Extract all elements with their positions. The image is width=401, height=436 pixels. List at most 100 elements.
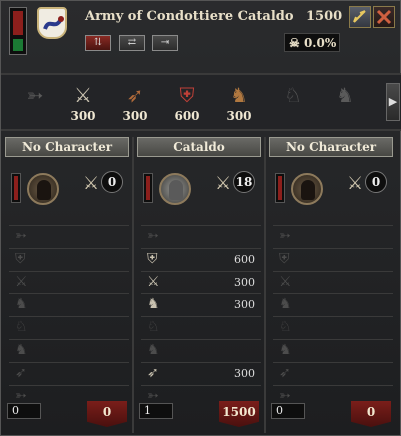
army-header: Army of Condottiere Cataldo 1500 ⇅ ⇄ ⇥ ☠… [5,3,398,61]
commander-name-button[interactable]: No Character [5,137,129,157]
scroll-right-button[interactable]: ▶ [386,83,400,121]
flank-footer: 00 [269,399,395,427]
right-flank-column: No Character ⚔ 0 ➳ ⛨ ⚔ ♞ ♘ ♞ ➶ ➳ 0 0 [269,137,397,433]
attrition-display: ☠ 0.0% [284,33,340,52]
detach-button[interactable]: ⇥ [152,35,178,51]
heavy-infantry-icon: ⚔ [147,273,160,290]
flank-regiment-count: 0 [7,403,41,419]
center-flank-column: Cataldo ⚔ 18 ➳ ⛨ 600 ⚔ 300 ♞ 300 ♘ ♞ ➶ 300 ➳ 1 1500 [137,137,265,433]
flank-regiment-count: 1 [139,403,173,419]
flank-unit-row[interactable]: ⚔ 300 [141,270,261,294]
army-window: Army of Condottiere Cataldo 1500 ⇅ ⇄ ⇥ ☠… [0,0,401,436]
knights-icon: ♘ [15,319,28,336]
flank-unit-row[interactable]: ♘ [141,316,261,339]
pikemen-icon: ⛨ [15,250,26,267]
coat-of-arms[interactable] [37,7,67,39]
flank-unit-row[interactable]: ➳ [141,225,261,248]
flank-unit-list: ➳ ⛨ 600 ⚔ 300 ♞ 300 ♘ ♞ ➶ 300 ➳ [141,225,261,407]
flank-unit-row[interactable]: ⛨ [9,247,129,271]
flank-troop-banner: 0 [351,401,391,427]
commander-portrait[interactable] [159,173,191,205]
knights-icon: ♘ [279,319,292,336]
army-title: Army of Condottiere Cataldo [85,9,294,24]
heavy-infantry-icon: ⚔ [15,273,28,290]
light-cavalry-icon: ♞ [147,296,160,313]
flank-unit-row[interactable]: ♞ [141,338,261,362]
unit-type-bar: ➳ ⚔ 300 ➶ 300 ⛨ 600 ♞ 300 ♘ ♞ ▶ [1,73,401,131]
commander-name-button[interactable]: No Character [269,137,393,157]
knights-icon: ♘ [284,83,302,107]
flank-unit-row[interactable]: ♞ [273,338,393,362]
flank-unit-count: 300 [234,366,255,380]
flank-unit-row[interactable]: ⛨ [273,247,393,271]
flank-regiment-count: 0 [271,403,305,419]
reorganize-button[interactable]: ⇄ [119,35,145,51]
troop-count: 1500 [306,9,343,24]
heavy-infantry-icon: ⚔ [279,273,292,290]
flank-unit-count: 300 [234,298,255,312]
horse-archer-icon: ♞ [15,341,28,358]
light-cavalry-icon: ♞ [15,296,28,313]
skirmisher-icon: ➳ [26,83,44,107]
flank-unit-row[interactable]: ♞ [9,293,129,316]
flank-unit-row[interactable]: ♞ [9,338,129,362]
morale-bar [9,7,27,55]
flank-unit-row[interactable]: ♘ [273,316,393,339]
flank-footer: 1 1500 [137,399,263,427]
pikemen-icon: ⛨ [279,250,290,267]
chevron-right-icon: ▶ [388,95,398,108]
pikemen-icon: ⛨ [179,83,195,107]
skirmisher-icon: ➳ [279,228,291,244]
light-cavalry-icon: ♞ [279,296,292,313]
flank-morale-bar [143,173,153,203]
flank-unit-row[interactable]: ➳ [273,225,393,248]
horse-archer-icon: ♞ [147,341,160,358]
pikemen-icon: ⛨ [147,250,158,267]
flank-unit-row[interactable]: ♘ [9,316,129,339]
skull-icon: ☠ [289,36,300,50]
unit-cell-horse-archer[interactable]: ♞ [321,81,369,133]
flank-unit-row[interactable]: ➳ [9,225,129,248]
unit-cell-pikemen[interactable]: ⛨ 600 [163,81,211,133]
light-cavalry-icon: ♞ [230,83,248,107]
skirmisher-icon: ➳ [15,228,27,244]
flank-morale-bar [11,173,21,203]
horse-archer-icon: ♞ [336,83,354,107]
skirmisher-icon: ➳ [147,228,159,244]
flank-troop-banner: 0 [87,401,127,427]
archer-icon: ➶ [15,364,27,381]
unit-cell-skirmisher[interactable]: ➳ [11,81,59,133]
flank-unit-row[interactable]: ➶ [9,361,129,385]
commander-portrait[interactable] [27,173,59,205]
flank-unit-list: ➳ ⛨ ⚔ ♞ ♘ ♞ ➶ ➳ [9,225,129,407]
left-flank-column: No Character ⚔ 0 ➳ ⛨ ⚔ ♞ ♘ ♞ ➶ ➳ 0 0 [5,137,133,433]
rename-army-button[interactable] [349,6,371,28]
flank-unit-list: ➳ ⛨ ⚔ ♞ ♘ ♞ ➶ ➳ [273,225,393,407]
flank-unit-row[interactable]: ➶ [273,361,393,385]
split-button[interactable]: ⇅ [85,35,111,51]
unit-cell-light-cavalry[interactable]: ♞ 300 [215,81,263,133]
close-button[interactable] [373,6,395,28]
flank-footer: 00 [5,399,131,427]
archer-icon: ➶ [126,83,144,107]
commander-name-button[interactable]: Cataldo [137,137,261,157]
martial-skill-badge: 18 [233,171,255,193]
flank-unit-count: 600 [234,252,255,266]
flank-unit-row[interactable]: ♞ [273,293,393,316]
unit-cell-archer[interactable]: ➶ 300 [111,81,159,133]
flank-unit-row[interactable]: ♞ 300 [141,293,261,316]
flank-unit-row[interactable]: ➶ 300 [141,361,261,385]
flank-unit-row[interactable]: ⛨ 600 [141,247,261,271]
martial-skill-badge: 0 [365,171,387,193]
flank-troop-banner: 1500 [219,401,259,427]
commander-portrait[interactable] [291,173,323,205]
flank-unit-row[interactable]: ⚔ [9,270,129,294]
heavy-infantry-icon: ⚔ [74,83,92,107]
flank-unit-row[interactable]: ⚔ [273,270,393,294]
unit-cell-heavy-infantry[interactable]: ⚔ 300 [59,81,107,133]
crossed-swords-icon: ⚔ [83,173,100,194]
knights-icon: ♘ [147,319,160,336]
unit-cell-knights[interactable]: ♘ [269,81,317,133]
horse-archer-icon: ♞ [279,341,292,358]
flank-morale-bar [275,173,285,203]
